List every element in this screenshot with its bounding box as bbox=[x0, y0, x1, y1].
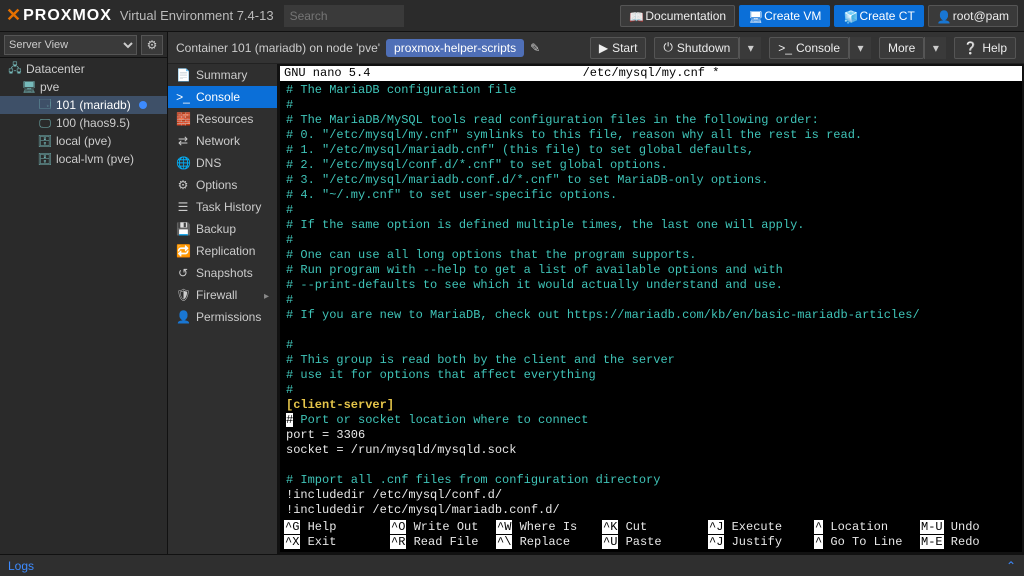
node-icon: 🗄 bbox=[38, 134, 52, 148]
logo-icon: ✕ bbox=[6, 5, 21, 26]
help-button[interactable]: ❔Help bbox=[954, 37, 1016, 59]
node-icon: 🖵 bbox=[38, 116, 52, 130]
node-icon: 🖥 bbox=[22, 80, 36, 94]
terminal-icon: >_ bbox=[778, 41, 792, 55]
nav-icon: 👤 bbox=[176, 310, 190, 324]
chevron-right-icon bbox=[264, 288, 269, 302]
tag-chip[interactable]: proxmox-helper-scripts bbox=[386, 39, 524, 57]
tree-item[interactable]: 🖧Datacenter bbox=[0, 60, 167, 78]
more-dropdown[interactable]: ▾ bbox=[924, 37, 946, 59]
cube-icon: 🧊 bbox=[843, 10, 855, 22]
nav-icon: ☰ bbox=[176, 200, 190, 214]
nav-icon: ⚙ bbox=[176, 178, 190, 192]
logs-bar[interactable]: Logs ⌃ bbox=[0, 554, 1024, 576]
tree-item[interactable]: 🗄local-lvm (pve) bbox=[0, 150, 167, 168]
nav-item-task-history[interactable]: ☰Task History bbox=[168, 196, 277, 218]
user-icon: 👤 bbox=[937, 10, 949, 22]
user-menu-button[interactable]: 👤root@pam bbox=[928, 5, 1018, 27]
top-bar: ✕ PROXMOX Virtual Environment 7.4-13 📖Do… bbox=[0, 0, 1024, 32]
node-icon: 🖧 bbox=[8, 62, 22, 76]
nav-icon: ↺ bbox=[176, 266, 190, 280]
nav-item-options[interactable]: ⚙Options bbox=[168, 174, 277, 196]
nav-item-permissions[interactable]: 👤Permissions bbox=[168, 306, 277, 328]
nav-item-firewall[interactable]: 🛡Firewall bbox=[168, 284, 277, 306]
breadcrumb-bar: Container 101 (mariadb) on node 'pve' pr… bbox=[168, 32, 1024, 64]
more-button[interactable]: More bbox=[879, 37, 924, 59]
nav-item-backup[interactable]: 💾Backup bbox=[168, 218, 277, 240]
nav-panel: 📄Summary>_Console🧱Resources⇄Network🌐DNS⚙… bbox=[168, 64, 278, 554]
tree-item[interactable]: 🗔101 (mariadb) bbox=[0, 96, 167, 114]
documentation-button[interactable]: 📖Documentation bbox=[620, 5, 735, 27]
chevron-up-icon: ⌃ bbox=[1006, 559, 1016, 573]
left-sidebar: Server View ⚙ 🖧Datacenter🖥pve🗔101 (maria… bbox=[0, 32, 168, 554]
status-dot-icon bbox=[139, 101, 147, 109]
node-icon: 🗄 bbox=[38, 152, 52, 166]
nav-item-resources[interactable]: 🧱Resources bbox=[168, 108, 277, 130]
nav-item-replication[interactable]: 🔁Replication bbox=[168, 240, 277, 262]
nav-icon: 📄 bbox=[176, 68, 190, 82]
console-button[interactable]: >_Console bbox=[769, 37, 849, 59]
nav-icon: 🔁 bbox=[176, 244, 190, 258]
nav-item-snapshots[interactable]: ↺Snapshots bbox=[168, 262, 277, 284]
nav-icon: 🛡 bbox=[176, 288, 190, 302]
power-icon: ⏻ bbox=[663, 40, 673, 55]
nav-icon: >_ bbox=[176, 90, 190, 104]
tree-item[interactable]: 🖥pve bbox=[0, 78, 167, 96]
nav-item-network[interactable]: ⇄Network bbox=[168, 130, 277, 152]
book-icon: 📖 bbox=[629, 10, 641, 22]
create-vm-button[interactable]: 🖥Create VM bbox=[739, 5, 830, 27]
help-icon: ❔ bbox=[963, 41, 978, 55]
node-icon: 🗔 bbox=[38, 98, 52, 112]
app-title: Virtual Environment 7.4-13 bbox=[120, 8, 274, 23]
nav-item-summary[interactable]: 📄Summary bbox=[168, 64, 277, 86]
start-button[interactable]: ▶Start bbox=[590, 37, 647, 59]
nav-item-console[interactable]: >_Console bbox=[168, 86, 277, 108]
terminal-panel[interactable]: GNU nano 5.4 /etc/mysql/my.cnf * # The M… bbox=[278, 64, 1024, 554]
play-icon: ▶ bbox=[599, 41, 608, 55]
brand: PROXMOX bbox=[23, 7, 112, 25]
gear-icon: ⚙ bbox=[147, 38, 158, 52]
sidebar-settings-button[interactable]: ⚙ bbox=[141, 35, 163, 55]
monitor-icon: 🖥 bbox=[748, 10, 760, 22]
shutdown-button[interactable]: ⏻Shutdown bbox=[654, 37, 739, 59]
shutdown-dropdown[interactable]: ▾ bbox=[739, 37, 761, 59]
view-select[interactable]: Server View bbox=[4, 35, 137, 55]
nav-icon: 🌐 bbox=[176, 156, 190, 170]
logs-label: Logs bbox=[8, 559, 34, 573]
nav-icon: 💾 bbox=[176, 222, 190, 236]
nav-icon: ⇄ bbox=[176, 134, 190, 148]
breadcrumb-text: Container 101 (mariadb) on node 'pve' bbox=[176, 41, 380, 55]
create-ct-button[interactable]: 🧊Create CT bbox=[834, 5, 923, 27]
console-dropdown[interactable]: ▾ bbox=[849, 37, 871, 59]
search-input[interactable] bbox=[284, 5, 404, 27]
tree-item[interactable]: 🖵100 (haos9.5) bbox=[0, 114, 167, 132]
edit-tags-icon[interactable]: ✎ bbox=[530, 41, 540, 55]
nano-body[interactable]: # The MariaDB configuration file # # The… bbox=[280, 81, 1022, 520]
nano-titlebar: GNU nano 5.4 /etc/mysql/my.cnf * bbox=[280, 66, 1022, 81]
tree-item[interactable]: 🗄local (pve) bbox=[0, 132, 167, 150]
resource-tree: 🖧Datacenter🖥pve🗔101 (mariadb)🖵100 (haos9… bbox=[0, 58, 167, 170]
nano-footer: ^G Help^X Exit^O Write Out^R Read File^W… bbox=[280, 520, 1022, 552]
nav-icon: 🧱 bbox=[176, 112, 190, 126]
nav-item-dns[interactable]: 🌐DNS bbox=[168, 152, 277, 174]
